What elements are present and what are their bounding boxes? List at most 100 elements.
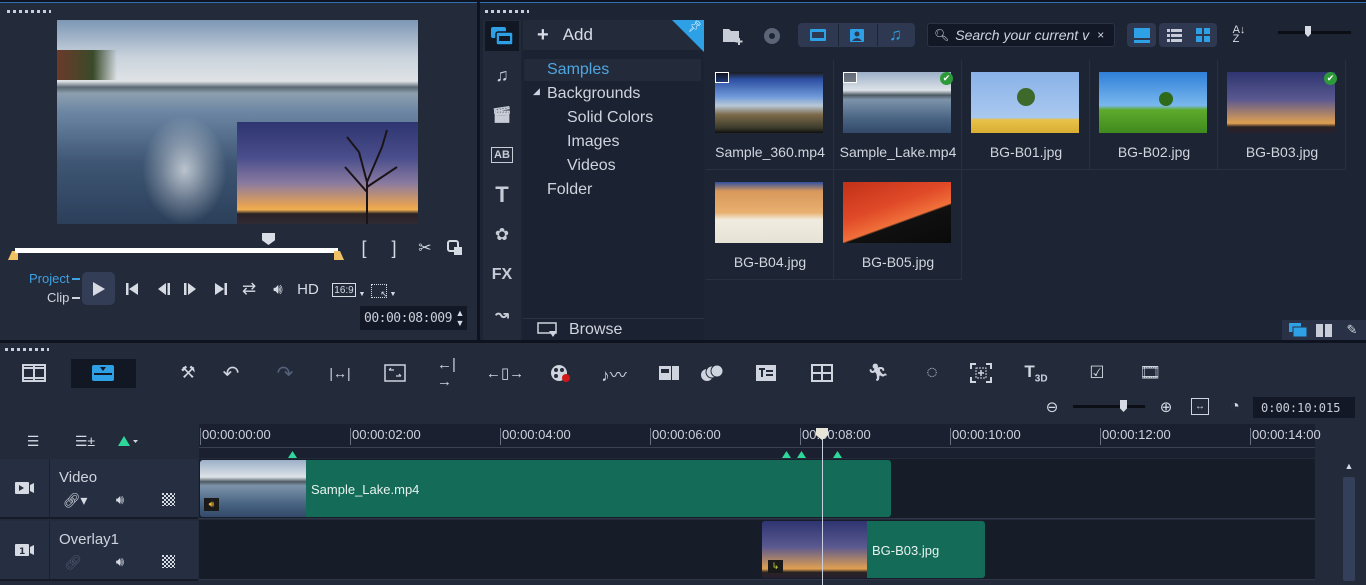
transition-button[interactable]: AB — [485, 140, 519, 170]
play-button[interactable] — [82, 272, 115, 305]
show-audio-toggle[interactable]: ♫ — [877, 24, 913, 46]
ripple-link-button[interactable]: 🔗︎▾ — [63, 491, 88, 509]
add-marker-button[interactable] — [116, 432, 140, 450]
ripple-link-button-disabled[interactable]: 🔗︎ — [63, 553, 83, 571]
track-transparency-button[interactable] — [160, 491, 176, 507]
multi-camera-button[interactable] — [656, 362, 682, 384]
selection-dropdown-arrow[interactable]: ▼ — [389, 290, 397, 298]
split-clip-button[interactable]: ✂ — [414, 237, 436, 259]
media-item-bg-b01[interactable]: BG-B01.jpg — [962, 60, 1090, 170]
playhead-line[interactable] — [822, 438, 823, 585]
subtitle-editor-button[interactable] — [753, 362, 779, 384]
home-button[interactable] — [122, 279, 142, 299]
media-item-bg-b03[interactable]: ✔ BG-B03.jpg — [1218, 60, 1346, 170]
clear-search-icon[interactable]: × — [1097, 28, 1104, 42]
sort-button[interactable]: A↓ Z — [1228, 24, 1250, 46]
project-duration-button[interactable]: ◔ — [1225, 397, 1245, 417]
import-media-button[interactable] — [720, 24, 746, 48]
tree-item-backgrounds[interactable]: Backgrounds — [547, 83, 640, 105]
graphics-button[interactable]: ✿ — [485, 220, 519, 250]
track-mute-button[interactable]: 🔊︎ — [110, 553, 130, 571]
split-screen-button[interactable] — [809, 362, 835, 384]
filter-button[interactable]: FX — [485, 260, 519, 290]
list-view-button[interactable] — [1161, 24, 1187, 46]
show-videos-toggle[interactable] — [800, 24, 836, 46]
clip-sample-lake[interactable]: 🔊︎ Sample_Lake.mp4 — [200, 460, 891, 517]
thumbnail-size-slider[interactable] — [1278, 31, 1351, 34]
track-lane-overlay1[interactable] — [199, 520, 1315, 580]
media-library-button[interactable] — [485, 21, 519, 51]
scroll-up-button[interactable]: ▲ — [1343, 460, 1355, 472]
split-button[interactable]: ←|→ — [437, 356, 463, 390]
trim-button[interactable]: ←▯→ — [486, 362, 524, 384]
timeline-zoom-slider[interactable] — [1073, 405, 1145, 408]
volume-button[interactable]: 🔊︎ — [267, 279, 289, 299]
track-toggle-overlay1[interactable]: 1 — [0, 521, 50, 579]
selection-mode-button[interactable]: ↖ — [371, 284, 388, 299]
media-item-sample-360[interactable]: Sample_360.mp4 — [706, 60, 834, 170]
edit-view-button[interactable]: ✎ — [1342, 322, 1362, 338]
pin-library-button[interactable]: 📌︎ — [672, 20, 704, 52]
3d-title-editor-button[interactable]: T3D — [1023, 362, 1049, 384]
panel-grip[interactable] — [7, 10, 51, 13]
tree-item-folder[interactable]: Folder — [547, 179, 592, 201]
capture-button[interactable] — [760, 24, 784, 48]
track-toggle-video[interactable] — [0, 459, 50, 517]
mark-out-button[interactable]: ] — [386, 238, 402, 258]
record-capture-button[interactable] — [547, 362, 573, 384]
enlarge-preview-button[interactable] — [444, 237, 466, 259]
library-search-input[interactable]: 🔍︎ Search your current v × — [927, 23, 1115, 47]
redo-button[interactable]: ↷ — [272, 362, 298, 385]
panel-grip[interactable] — [5, 348, 49, 351]
track-mute-button[interactable]: 🔊︎ — [110, 491, 130, 509]
audio-library-button[interactable]: ♫ — [485, 60, 519, 90]
storyboard-editor-button[interactable]: 🎞︎ — [1137, 362, 1163, 384]
clip-bg-b03[interactable]: ↳ BG-B03.jpg — [762, 521, 985, 578]
timeline-view-button[interactable] — [90, 362, 116, 384]
split-view-button[interactable] — [1314, 322, 1334, 338]
pan-zoom-button[interactable] — [968, 362, 994, 384]
mark-in-button[interactable]: [ — [356, 238, 372, 258]
scrubber-handle[interactable] — [262, 233, 275, 245]
timecode-display[interactable]: 00:00:08:009 — [360, 306, 467, 330]
track-transparency-button[interactable] — [160, 553, 176, 569]
media-item-bg-b02[interactable]: BG-B02.jpg — [1090, 60, 1218, 170]
storyboard-view-button[interactable] — [21, 362, 47, 384]
zoom-in-button[interactable]: ⊕ — [1156, 397, 1176, 417]
track-manager-button[interactable]: ☰ — [22, 432, 44, 450]
fit-project-button[interactable]: ↔ — [1191, 398, 1209, 415]
add-track-button[interactable]: ☰± — [74, 432, 96, 450]
mode-clip[interactable]: Clip — [47, 290, 69, 305]
auto-music-button[interactable]: ♪〰 — [601, 362, 627, 385]
previous-frame-button[interactable] — [154, 279, 174, 299]
media-item-bg-b04[interactable]: BG-B04.jpg — [706, 170, 834, 280]
show-photos-toggle[interactable] — [838, 24, 874, 46]
trim-end-handle[interactable] — [334, 251, 344, 260]
tree-item-videos[interactable]: Videos — [567, 155, 616, 177]
add-folder-button[interactable]: + Add 📌︎ — [523, 20, 704, 52]
mode-project[interactable]: Project — [29, 271, 69, 286]
aspect-dropdown-arrow[interactable]: ▼ — [358, 290, 366, 298]
blend-button[interactable] — [699, 362, 725, 384]
time-remapping-button[interactable]: 🏃︎ — [865, 362, 891, 384]
painting-creator-button[interactable]: ☑ — [1084, 362, 1110, 384]
ripple-edit-button[interactable] — [382, 362, 408, 384]
timeline-vertical-scrollbar[interactable] — [1343, 477, 1355, 581]
instant-project-button[interactable]: 🎬︎ — [485, 100, 519, 130]
fit-to-project-button[interactable]: |↔| — [327, 362, 353, 384]
browse-button[interactable]: Browse — [523, 318, 704, 340]
media-item-sample-lake[interactable]: ✔ Sample_Lake.mp4 — [834, 60, 962, 170]
zoom-out-button[interactable]: ⊖ — [1042, 397, 1062, 417]
tree-item-samples[interactable]: Samples — [524, 59, 701, 81]
repeat-button[interactable]: ⇄ — [238, 279, 260, 299]
tree-item-solid-colors[interactable]: Solid Colors — [567, 107, 653, 129]
path-button[interactable]: ↝ — [485, 300, 519, 330]
grid-view-button[interactable] — [1190, 24, 1216, 46]
undo-button[interactable]: ↶ — [218, 362, 244, 385]
expand-triangle-icon[interactable]: ◢ — [533, 86, 540, 97]
library-view-button[interactable] — [1288, 322, 1308, 338]
media-item-bg-b05[interactable]: BG-B05.jpg — [834, 170, 962, 280]
tree-item-images[interactable]: Images — [567, 131, 619, 153]
scrub-bar[interactable] — [15, 248, 338, 253]
title-button[interactable]: T — [485, 180, 519, 210]
